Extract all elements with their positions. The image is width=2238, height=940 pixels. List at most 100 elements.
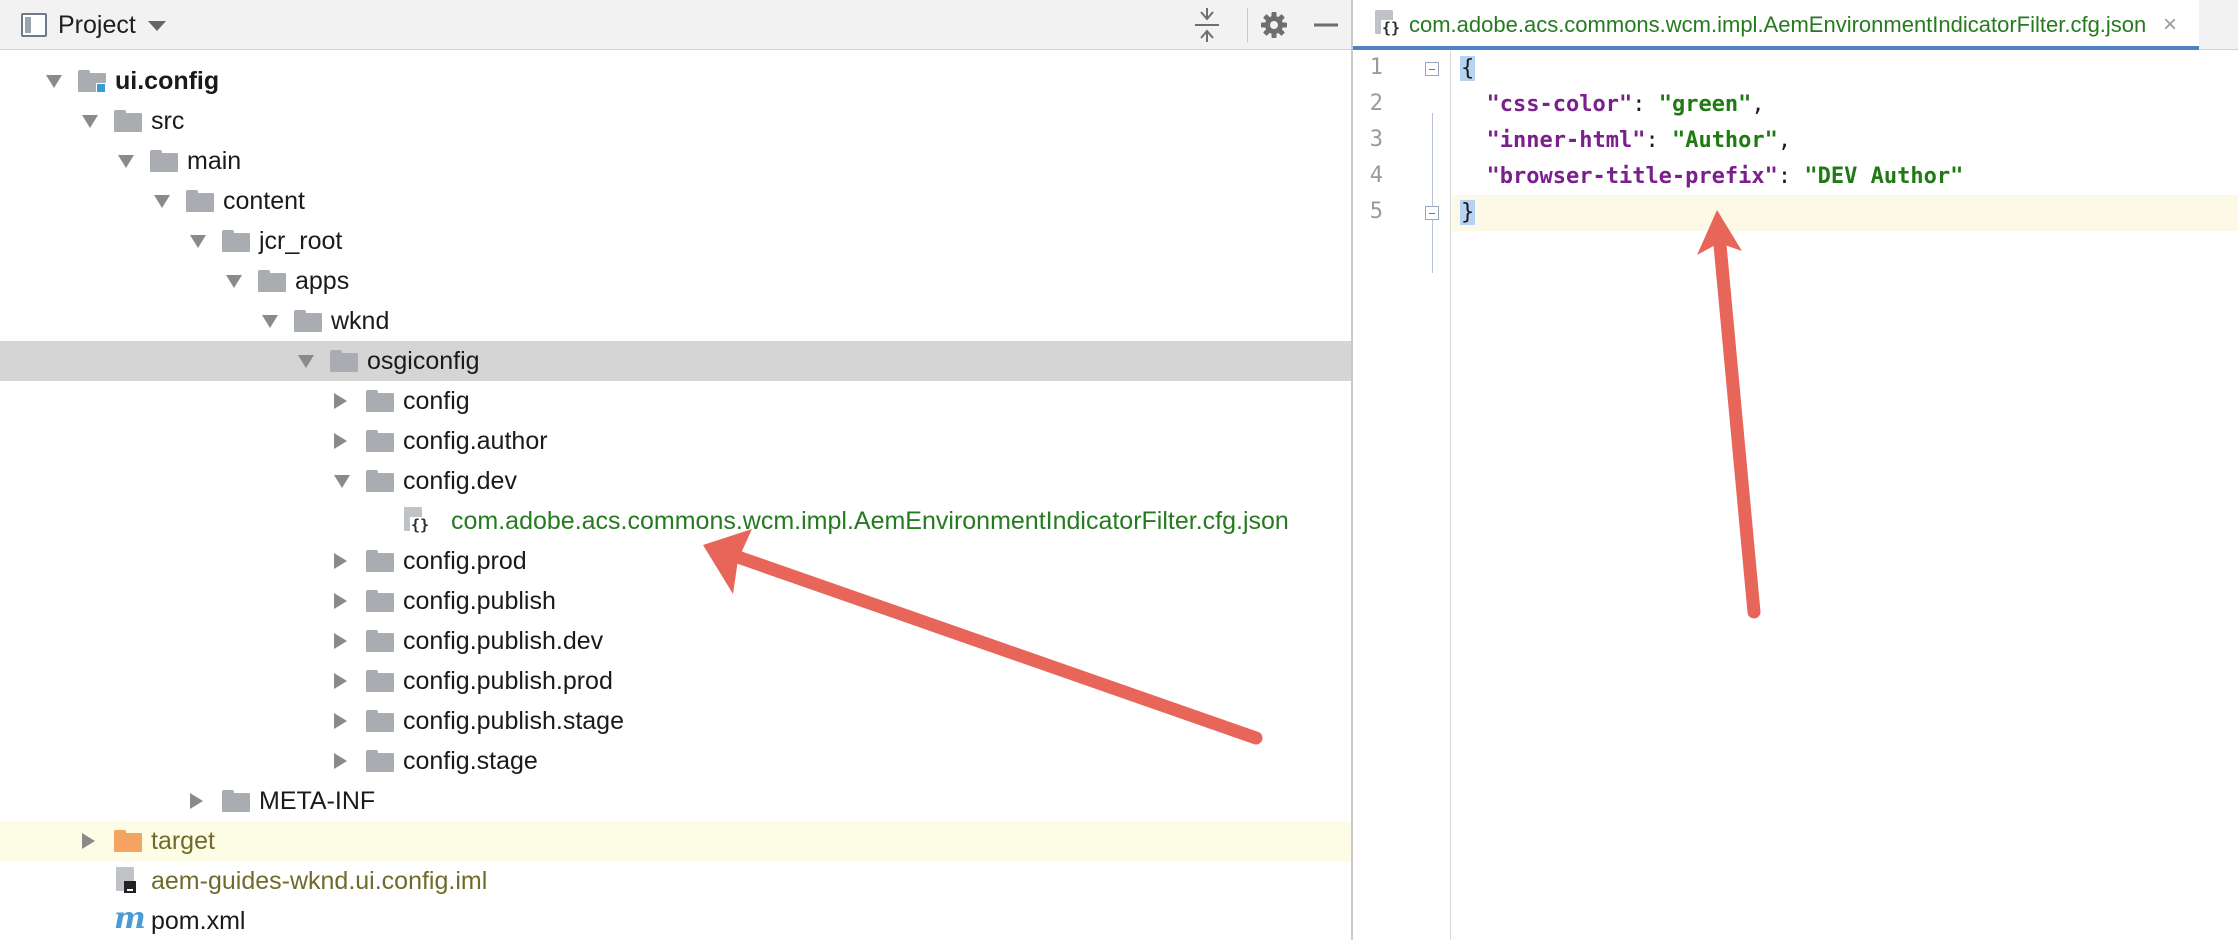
- folder-icon: [294, 310, 322, 332]
- folder-icon: [258, 270, 286, 292]
- expanded-arrow-icon[interactable]: [298, 355, 314, 368]
- collapse-all-button[interactable]: [1192, 8, 1222, 42]
- line-number: 3: [1369, 127, 1383, 152]
- expanded-arrow-icon[interactable]: [262, 315, 278, 328]
- collapsed-arrow-icon[interactable]: [334, 633, 347, 649]
- code-line[interactable]: {: [1452, 51, 2238, 87]
- collapsed-arrow-icon[interactable]: [190, 793, 203, 809]
- fold-marker-icon[interactable]: [1425, 62, 1439, 76]
- project-panel-header: Project: [0, 0, 1351, 50]
- json-punctuation: ,: [1777, 128, 1792, 153]
- tree-row[interactable]: src: [0, 101, 1351, 141]
- json-punctuation: [1460, 164, 1487, 189]
- code-line[interactable]: }: [1452, 195, 2238, 231]
- json-string-value: "green": [1658, 92, 1752, 117]
- expanded-arrow-icon[interactable]: [226, 275, 242, 288]
- collapsed-arrow-icon[interactable]: [334, 673, 347, 689]
- tree-item-label: config.publish: [403, 587, 556, 615]
- tree-item-label: config.publish.dev: [403, 627, 604, 655]
- tree-row[interactable]: aem-guides-wknd.ui.config.iml: [0, 861, 1351, 901]
- tree-item-label: target: [151, 827, 215, 855]
- minimize-icon: [1314, 23, 1338, 27]
- tree-item-label: main: [187, 147, 242, 175]
- collapsed-arrow-icon[interactable]: [334, 553, 347, 569]
- tree-item-label: src: [151, 107, 185, 135]
- json-brace: }: [1460, 200, 1476, 225]
- tree-row[interactable]: config.stage: [0, 741, 1351, 781]
- project-panel: Project ui.config src main content jcr_r…: [0, 0, 1351, 940]
- fold-marker-icon[interactable]: [1425, 206, 1439, 220]
- tree-item-label: content: [223, 187, 306, 215]
- expanded-arrow-icon[interactable]: [118, 155, 134, 168]
- line-number: 4: [1369, 163, 1383, 188]
- folder-icon: [366, 390, 394, 412]
- tree-row[interactable]: target: [0, 821, 1351, 861]
- json-string-value: "DEV Author": [1804, 164, 1964, 189]
- collapsed-arrow-icon[interactable]: [334, 713, 347, 729]
- folder-icon: [366, 430, 394, 452]
- settings-button[interactable]: [1258, 8, 1290, 42]
- minimize-button[interactable]: [1312, 8, 1340, 42]
- code-area[interactable]: { "css-color": "green", "inner-html": "A…: [1452, 51, 2238, 940]
- project-view-selector[interactable]: Project: [58, 11, 136, 40]
- tree-row[interactable]: content: [0, 181, 1351, 221]
- line-number: 1: [1369, 55, 1383, 80]
- json-key: "browser-title-prefix": [1486, 164, 1778, 189]
- collapsed-arrow-icon[interactable]: [334, 433, 347, 449]
- collapsed-arrow-icon[interactable]: [334, 593, 347, 609]
- tree-row[interactable]: jcr_root: [0, 221, 1351, 261]
- expanded-arrow-icon[interactable]: [190, 235, 206, 248]
- collapsed-arrow-icon[interactable]: [82, 833, 95, 849]
- close-tab-icon[interactable]: ×: [2163, 11, 2177, 39]
- folder-icon: [366, 550, 394, 572]
- tree-row[interactable]: osgiconfig: [0, 341, 1351, 381]
- tree-row[interactable]: config.prod: [0, 541, 1351, 581]
- tree-row[interactable]: wknd: [0, 301, 1351, 341]
- tree-row[interactable]: config.publish.dev: [0, 621, 1351, 661]
- collapsed-arrow-icon[interactable]: [334, 753, 347, 769]
- code-line[interactable]: "inner-html": "Author",: [1452, 123, 2238, 159]
- tree-item-label: config.dev: [403, 467, 517, 495]
- tree-item-label: wknd: [331, 307, 390, 335]
- tree-row[interactable]: config: [0, 381, 1351, 421]
- tree-item-label: config.prod: [403, 547, 527, 575]
- expanded-arrow-icon[interactable]: [334, 475, 350, 488]
- code-line[interactable]: "css-color": "green",: [1452, 87, 2238, 123]
- tree-row[interactable]: main: [0, 141, 1351, 181]
- tree-item-label: osgiconfig: [367, 347, 480, 375]
- folder-icon: [150, 150, 178, 172]
- tree-row[interactable]: config.dev: [0, 461, 1351, 501]
- json-punctuation: :: [1645, 128, 1672, 153]
- json-brace: {: [1460, 56, 1476, 81]
- tree-row[interactable]: m pom.xml: [0, 901, 1351, 940]
- tree-item-label: config.publish.stage: [403, 707, 624, 735]
- folder-icon: [222, 790, 250, 812]
- collapse-all-icon: [1195, 8, 1219, 42]
- tree-row[interactable]: config.publish.stage: [0, 701, 1351, 741]
- expanded-arrow-icon[interactable]: [154, 195, 170, 208]
- editor-tab-bar: {} com.adobe.acs.commons.wcm.impl.AemEnv…: [1353, 0, 2238, 50]
- collapsed-arrow-icon[interactable]: [334, 393, 347, 409]
- expanded-arrow-icon[interactable]: [46, 75, 62, 88]
- json-punctuation: ,: [1751, 92, 1765, 117]
- code-line[interactable]: "browser-title-prefix": "DEV Author": [1452, 159, 2238, 195]
- tree-row[interactable]: config.publish: [0, 581, 1351, 621]
- gear-icon: [1261, 12, 1287, 38]
- editor-tab-json-file[interactable]: {} com.adobe.acs.commons.wcm.impl.AemEnv…: [1353, 0, 2199, 50]
- tree-row[interactable]: META-INF: [0, 781, 1351, 821]
- expanded-arrow-icon[interactable]: [82, 115, 98, 128]
- tree-row[interactable]: config.publish.prod: [0, 661, 1351, 701]
- excluded-folder-icon: [114, 830, 142, 852]
- tree-row[interactable]: {} com.adobe.acs.commons.wcm.impl.AemEnvi…: [0, 501, 1351, 541]
- editor-tab-title: com.adobe.acs.commons.wcm.impl.AemEnviro…: [1409, 12, 2147, 37]
- chevron-down-icon[interactable]: [148, 21, 166, 31]
- editor-gutter: 1 2 3 4 5: [1353, 51, 1451, 940]
- tree-row[interactable]: ui.config: [0, 61, 1351, 101]
- tree-item-label: pom.xml: [151, 907, 246, 935]
- tree-item-label: jcr_root: [259, 227, 343, 255]
- folder-icon: [366, 630, 394, 652]
- tree-row[interactable]: config.author: [0, 421, 1351, 461]
- folder-icon: [114, 110, 142, 132]
- folder-icon: [366, 470, 394, 492]
- tree-row[interactable]: apps: [0, 261, 1351, 301]
